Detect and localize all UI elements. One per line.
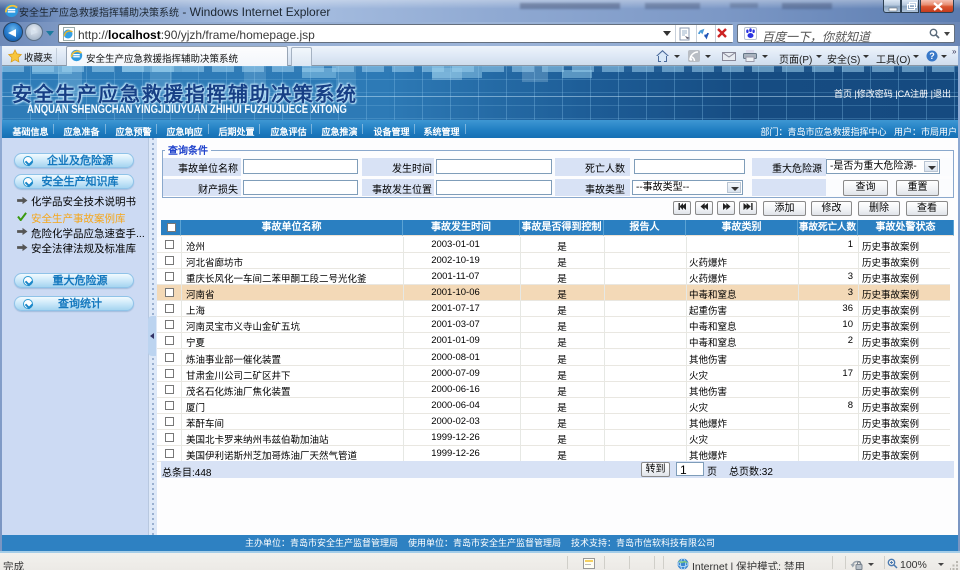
- svg-text:?: ?: [929, 51, 935, 61]
